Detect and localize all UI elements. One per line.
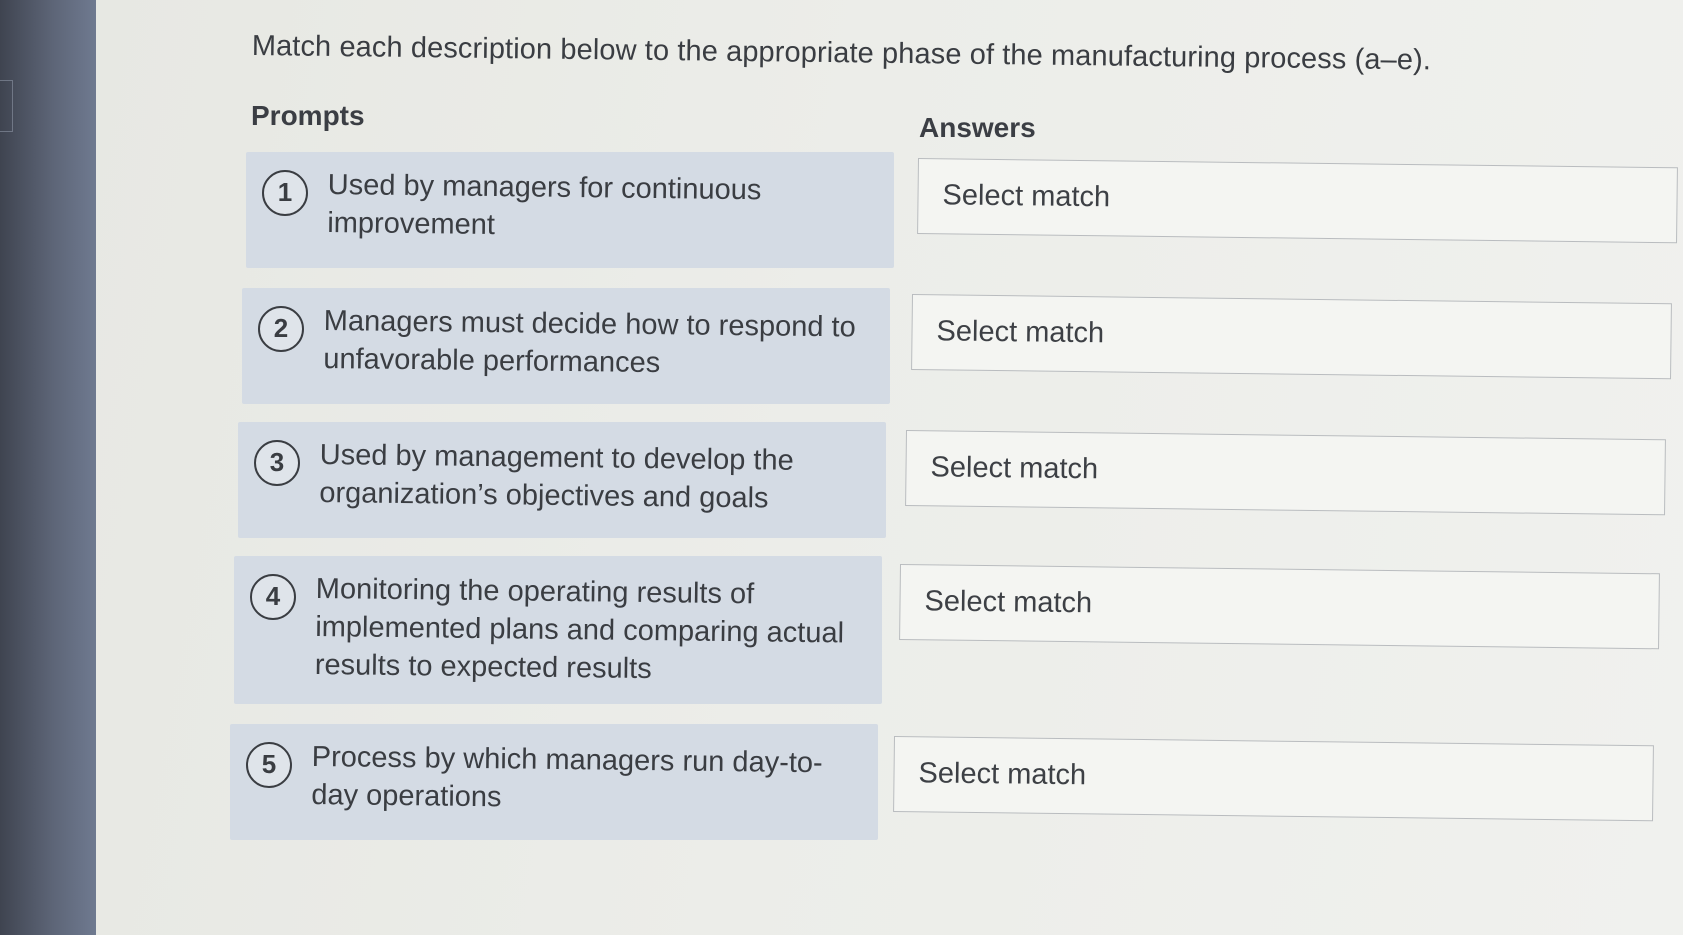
prompt-text-3: Used by management to develop the organi… — [319, 438, 794, 515]
answer-placeholder-2: Select match — [936, 315, 1105, 350]
bezel-edge — [0, 80, 13, 132]
prompt-text-5: Process by which managers run day-to-day… — [311, 740, 823, 814]
prompt-number-3: 3 — [254, 440, 300, 486]
prompt-text-4: Monitoring the operating results of impl… — [314, 572, 845, 686]
answer-select-4[interactable]: Select match — [899, 564, 1660, 650]
answers-column-heading: Answers — [919, 112, 1036, 143]
prompt-card-5: 5 Process by which managers run day-to-d… — [230, 724, 878, 840]
prompt-number-4: 4 — [250, 574, 296, 620]
prompt-number-1: 1 — [262, 170, 308, 216]
prompt-card-2: 2 Managers must decide how to respond to… — [242, 288, 890, 404]
answer-select-2[interactable]: Select match — [911, 294, 1672, 380]
screen-bezel — [0, 0, 96, 935]
prompt-card-4: 4 Monitoring the operating results of im… — [234, 556, 882, 704]
question-instruction: Match each description below to the appr… — [251, 30, 1432, 77]
prompt-number-2: 2 — [258, 306, 304, 352]
prompts-column-heading: Prompts — [251, 100, 365, 131]
prompt-text-2: Managers must decide how to respond to u… — [323, 304, 856, 380]
answer-placeholder-5: Select match — [918, 757, 1087, 792]
quiz-screen: Match each description below to the appr… — [96, 0, 1683, 935]
prompt-card-3: 3 Used by management to develop the orga… — [238, 422, 886, 538]
answer-select-3[interactable]: Select match — [905, 430, 1666, 516]
answer-placeholder-3: Select match — [930, 451, 1099, 486]
prompt-text-1: Used by managers for continuous improvem… — [327, 168, 762, 242]
answer-select-5[interactable]: Select match — [893, 736, 1654, 822]
prompt-number-5: 5 — [246, 742, 292, 788]
prompt-card-1: 1 Used by managers for continuous improv… — [246, 152, 894, 268]
answer-placeholder-4: Select match — [924, 585, 1093, 620]
answer-select-1[interactable]: Select match — [917, 158, 1678, 244]
answer-placeholder-1: Select match — [942, 179, 1111, 214]
